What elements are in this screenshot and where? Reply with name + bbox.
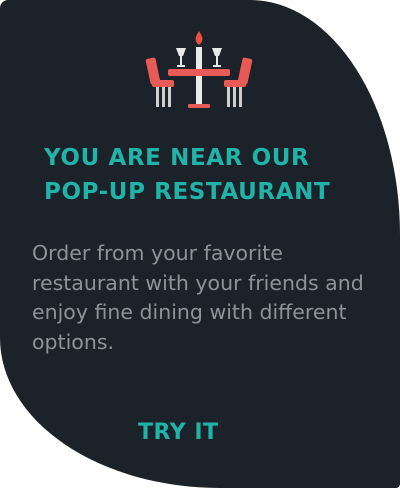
headline-line-2: POP-UP RESTAURANT: [44, 179, 331, 205]
headline-line-1: YOU ARE NEAR OUR: [44, 145, 310, 171]
dinner-table-icon: [145, 31, 253, 108]
promo-description: Order from your favorite restaurant with…: [32, 241, 364, 354]
try-it-button[interactable]: TRY IT: [138, 420, 219, 445]
promo-card: YOU ARE NEAR OUR POP-UP RESTAURANT Order…: [0, 0, 400, 488]
headline: YOU ARE NEAR OUR POP-UP RESTAURANT: [44, 141, 384, 209]
